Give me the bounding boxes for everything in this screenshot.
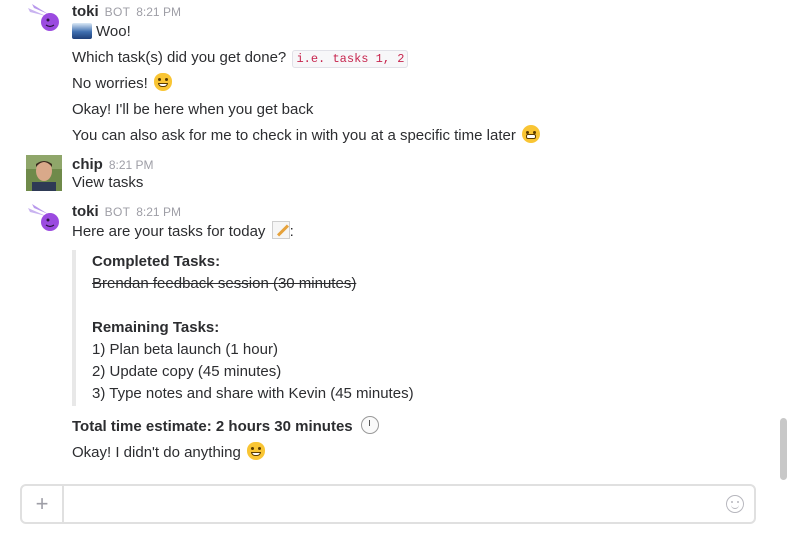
timestamp[interactable]: 8:21 PM <box>136 205 181 219</box>
toki-bot-avatar[interactable] <box>26 2 62 38</box>
message-header: toki BOT 8:21 PM <box>72 2 181 22</box>
message-line: Woo! <box>72 21 131 43</box>
sender-name[interactable]: toki <box>72 203 99 220</box>
remaining-task-item: 3) Type notes and share with Kevin (45 m… <box>92 385 414 402</box>
message-list: toki BOT 8:21 PM Woo! Which task(s) did yo… <box>0 0 776 478</box>
message-text: Woo! <box>96 23 131 40</box>
grin-emoji-icon <box>522 125 540 143</box>
message-line: Okay! I didn't do anything <box>72 442 265 464</box>
smiley-icon[interactable] <box>726 495 744 513</box>
message-text: Which task(s) did you get done? <box>72 49 287 66</box>
message-text: No worries! <box>72 75 148 92</box>
clock-emoji-icon <box>360 416 379 434</box>
message-line: Which task(s) did you get done? i.e. tas… <box>72 47 409 69</box>
memo-emoji-icon <box>271 221 290 239</box>
message-input[interactable] <box>66 486 732 522</box>
message-composer: + <box>20 484 756 524</box>
smiley-cat-emoji-icon <box>154 73 173 91</box>
message-group-chip: chip 8:21 PM View tasks <box>0 155 776 195</box>
scrollbar-thumb[interactable] <box>780 418 787 480</box>
remaining-title: Remaining Tasks: <box>92 319 220 336</box>
user-photo-avatar[interactable] <box>26 155 62 191</box>
bot-badge: BOT <box>104 5 131 19</box>
message-line: Total time estimate: 2 hours 30 minutes <box>72 416 379 438</box>
remaining-task-item: 1) Plan beta launch (1 hour) <box>92 341 278 358</box>
total-estimate: Total time estimate: 2 hours 30 minutes <box>72 418 353 435</box>
task-list-attachment: Completed Tasks: Brendan feedback sessio… <box>72 250 572 406</box>
message-line: Here are your tasks for today : <box>72 221 294 243</box>
bot-badge: BOT <box>104 205 131 219</box>
remaining-task-item: 2) Update copy (45 minutes) <box>92 363 282 380</box>
message-line: You can also ask for me to check in with… <box>72 125 540 147</box>
message-text: Here are your tasks for today <box>72 223 266 240</box>
completed-title: Completed Tasks: <box>92 253 221 270</box>
message-line: No worries! <box>72 73 173 95</box>
add-attachment-button[interactable]: + <box>22 486 64 522</box>
timestamp[interactable]: 8:21 PM <box>109 158 154 172</box>
message-header: toki BOT 8:21 PM <box>72 202 181 222</box>
timestamp[interactable]: 8:21 PM <box>136 5 181 19</box>
wave-emoji-icon <box>72 23 92 39</box>
message-text-suffix: : <box>289 223 294 240</box>
message-group-toki-1: toki BOT 8:21 PM Woo! Which task(s) did yo… <box>0 2 776 152</box>
message-text: Okay! I didn't do anything <box>72 444 241 461</box>
message-line: Okay! I'll be here when you get back <box>72 99 313 121</box>
completed-task-item: Brendan feedback session (30 minutes) <box>92 275 357 292</box>
message-text: View tasks <box>72 174 144 191</box>
sender-name[interactable]: chip <box>72 156 103 173</box>
smiley-cat-emoji-icon <box>246 442 265 460</box>
message-line: View tasks <box>72 172 143 194</box>
message-text: Okay! I'll be here when you get back <box>72 101 314 118</box>
inline-code: i.e. tasks 1, 2 <box>292 50 409 68</box>
sender-name[interactable]: toki <box>72 3 99 20</box>
toki-bot-avatar[interactable] <box>26 202 62 238</box>
message-text: You can also ask for me to check in with… <box>72 127 516 144</box>
